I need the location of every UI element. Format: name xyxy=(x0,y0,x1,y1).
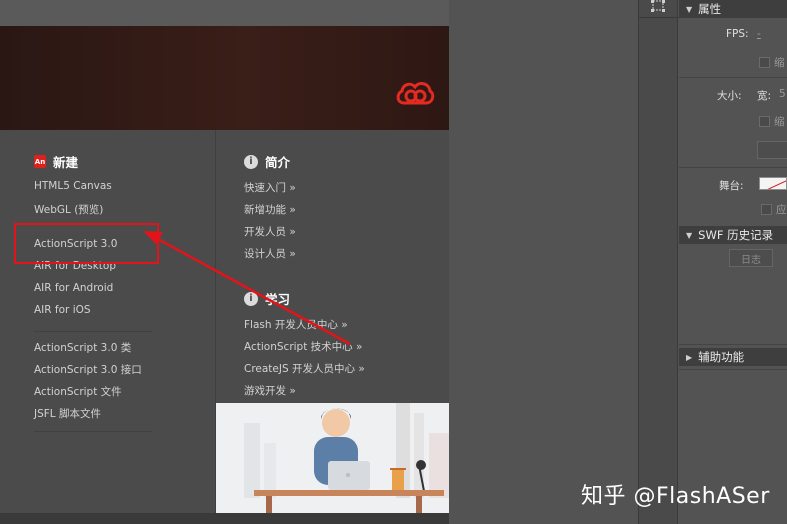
welcome-bottom-bar xyxy=(0,513,449,524)
new-section-title: 新建 xyxy=(53,155,79,170)
crop-icon[interactable] xyxy=(651,0,665,12)
creative-cloud-logo xyxy=(396,82,435,105)
collapse-triangle-icon: ▼ xyxy=(686,4,693,14)
divider xyxy=(639,17,679,18)
highlight-box xyxy=(14,223,159,264)
divider xyxy=(679,167,787,168)
divider xyxy=(679,369,787,370)
scale-content-checkbox[interactable] xyxy=(759,116,770,127)
new-as-file-link[interactable]: ActionScript 文件 xyxy=(34,384,122,399)
createjs-dev-center-link[interactable]: CreateJS 开发人员中心 » xyxy=(244,361,365,376)
scale-checkbox[interactable] xyxy=(759,57,770,68)
scale-label-2: 缩 xyxy=(774,116,785,128)
apply-checkbox[interactable] xyxy=(761,204,772,215)
stage-gutter xyxy=(449,0,638,524)
new-air-ios-link[interactable]: AIR for iOS xyxy=(34,304,91,316)
new-features-link[interactable]: 新增功能 » xyxy=(244,202,296,217)
swf-history-header[interactable]: ▼ SWF 历史记录 xyxy=(679,226,787,244)
new-as3-class-link[interactable]: ActionScript 3.0 类 xyxy=(34,340,131,355)
properties-header[interactable]: ▼ 属性 xyxy=(679,0,787,18)
size-label: 大小: xyxy=(717,90,742,102)
tool-column xyxy=(638,0,679,524)
watermark: 知乎 @FlashASer xyxy=(581,484,770,509)
new-as3-interface-link[interactable]: ActionScript 3.0 接口 xyxy=(34,362,142,377)
designers-link[interactable]: 设计人员 » xyxy=(244,246,296,261)
developers-link[interactable]: 开发人员 » xyxy=(244,224,296,239)
divider xyxy=(34,431,152,432)
intro-section-header: i 简介 xyxy=(244,152,290,171)
size-button[interactable] xyxy=(757,141,787,159)
accessibility-title: 辅助功能 xyxy=(698,350,745,364)
width-value[interactable]: 5 xyxy=(779,88,786,100)
fps-value[interactable]: - xyxy=(757,28,761,40)
actionscript-tech-center-link[interactable]: ActionScript 技术中心 » xyxy=(244,339,362,354)
log-button[interactable]: 日志 xyxy=(729,249,773,267)
width-label: 宽: xyxy=(757,90,772,102)
swf-history-title: SWF 历史记录 xyxy=(698,228,774,242)
new-air-android-link[interactable]: AIR for Android xyxy=(34,282,113,294)
info-icon: i xyxy=(244,291,258,306)
animate-file-icon: An xyxy=(34,155,46,168)
learn-section-header: i 学习 xyxy=(244,289,290,308)
collapse-triangle-icon: ▼ xyxy=(686,230,693,240)
no-color-icon xyxy=(767,180,786,189)
expand-triangle-icon: ▶ xyxy=(686,352,693,362)
scale-label: 缩 xyxy=(774,57,785,69)
promo-illustration xyxy=(216,403,449,513)
divider xyxy=(679,77,787,78)
intro-section-title: 简介 xyxy=(265,155,291,170)
stage-color-swatch[interactable] xyxy=(759,177,787,190)
flash-dev-center-link[interactable]: Flash 开发人员中心 » xyxy=(244,317,348,332)
game-dev-link[interactable]: 游戏开发 » xyxy=(244,383,296,398)
divider xyxy=(679,344,787,345)
info-icon: i xyxy=(244,154,258,169)
new-html5-canvas-link[interactable]: HTML5 Canvas xyxy=(34,180,112,192)
accessibility-header[interactable]: ▶ 辅助功能 xyxy=(679,348,787,366)
properties-title: 属性 xyxy=(698,2,722,16)
stage-label: 舞台: xyxy=(719,180,744,192)
top-strip xyxy=(0,0,449,26)
divider xyxy=(34,331,152,332)
fps-label: FPS: xyxy=(726,28,749,40)
new-webgl-link[interactable]: WebGL (预览) xyxy=(34,202,103,217)
learn-section-title: 学习 xyxy=(265,292,291,307)
new-section-header: An 新建 xyxy=(34,152,78,171)
quick-start-link[interactable]: 快速入门 » xyxy=(244,180,296,195)
apply-label: 应 xyxy=(776,204,787,216)
developer-illustration xyxy=(216,403,449,513)
welcome-banner xyxy=(0,26,449,130)
welcome-screen: An 新建 HTML5 Canvas WebGL (预览) ActionScri… xyxy=(0,0,449,524)
new-jsfl-file-link[interactable]: JSFL 脚本文件 xyxy=(34,406,101,421)
properties-panel: ▼ 属性 FPS: - 缩 大小: 宽: 5 缩 舞台: 应 ▼ SWF 历史记… xyxy=(679,0,787,524)
